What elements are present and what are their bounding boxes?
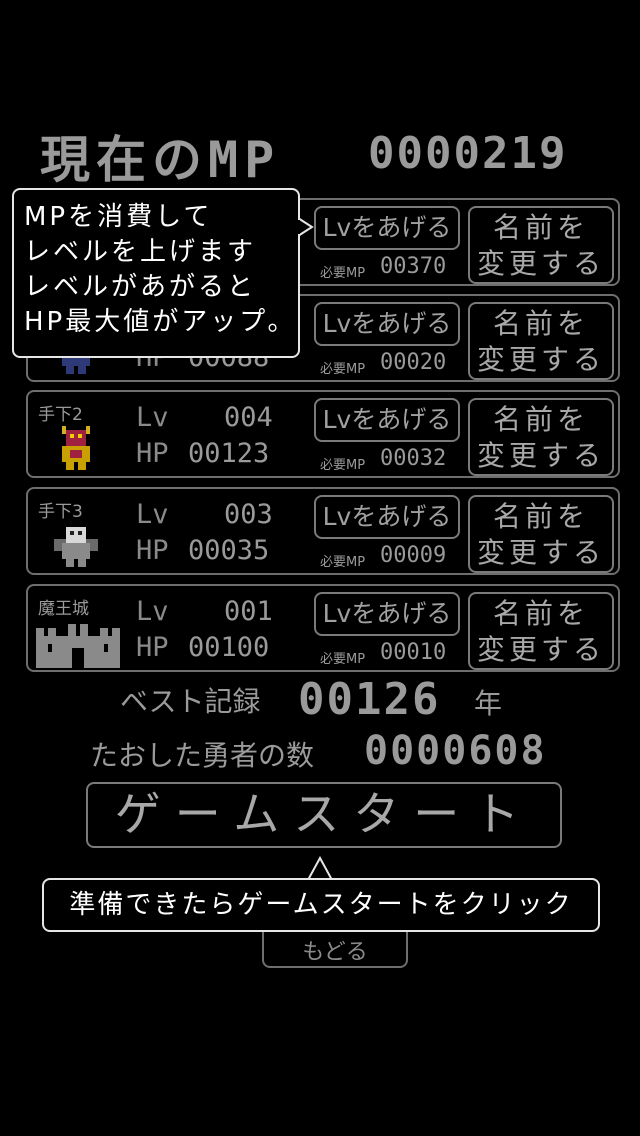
best-record-label: ベスト記録 xyxy=(120,685,261,718)
rename-button-line2: 変更する xyxy=(476,536,605,569)
required-mp-label: 必要MP xyxy=(320,266,366,281)
best-record-unit: 年 xyxy=(474,687,503,720)
rename-button[interactable]: 名前を 変更する xyxy=(468,398,614,476)
tooltip-pointer-icon xyxy=(298,216,314,238)
rename-button[interactable]: 名前を 変更する xyxy=(468,206,614,284)
lv-value: 003 xyxy=(224,499,273,530)
game-start-button[interactable]: ゲームスタート xyxy=(86,782,562,848)
unit-name: 手下2 xyxy=(38,405,83,425)
lv-label: Lv xyxy=(136,596,169,627)
lv-label: Lv xyxy=(136,499,169,530)
hp-value: 00123 xyxy=(188,438,270,469)
hp-label: HP xyxy=(136,632,169,663)
hp-value: 00100 xyxy=(188,632,270,663)
hp-label: HP xyxy=(136,535,169,566)
rename-button-line1: 名前を xyxy=(492,211,589,244)
rename-button-line1: 名前を xyxy=(492,307,589,340)
rename-button-line1: 名前を xyxy=(492,403,589,436)
level-up-button[interactable]: Lvをあげる xyxy=(314,302,460,346)
rename-button-line2: 変更する xyxy=(476,247,605,280)
rename-button-line2: 変更する xyxy=(476,633,605,666)
unit-name: 魔王城 xyxy=(38,599,89,619)
start-hint-tooltip: 準備できたらゲームスタートをクリック xyxy=(42,878,600,932)
castle-sprite xyxy=(36,624,120,668)
lv-value: 004 xyxy=(224,402,273,433)
current-mp-value: 0000219 xyxy=(368,128,568,179)
level-up-button[interactable]: Lvをあげる xyxy=(314,495,460,539)
rename-button-line1: 名前を xyxy=(492,597,589,630)
mp-hint-tooltip: MPを消費して レベルを上げます レベルがあがると HP最大値がアップ。 xyxy=(12,188,300,358)
unit-row-2: 手下2 Lv 004 HP 00123 Lvをあげる 必要MP 00032 名前… xyxy=(26,390,620,478)
required-mp-value: 00020 xyxy=(380,350,447,375)
lv-value: 001 xyxy=(224,596,273,627)
required-mp-label: 必要MP xyxy=(320,458,366,473)
tooltip-line: MPを消費して xyxy=(24,202,213,232)
heroes-defeated-value: 0000608 xyxy=(364,728,547,774)
rename-button[interactable]: 名前を 変更する xyxy=(468,495,614,573)
rename-button-line1: 名前を xyxy=(492,500,589,533)
rename-button-line2: 変更する xyxy=(476,343,605,376)
heroes-defeated-label: たおした勇者の数 xyxy=(90,739,315,772)
required-mp-value: 00370 xyxy=(380,254,447,279)
minion-2-sprite xyxy=(62,426,90,470)
required-mp-label: 必要MP xyxy=(320,652,366,667)
rename-button[interactable]: 名前を 変更する xyxy=(468,302,614,380)
required-mp-label: 必要MP xyxy=(320,555,366,570)
unit-name: 手下3 xyxy=(38,502,83,522)
level-up-button[interactable]: Lvをあげる xyxy=(314,592,460,636)
tooltip-line: レベルがあがると xyxy=(24,272,257,302)
lv-label: Lv xyxy=(136,402,169,433)
hp-label: HP xyxy=(136,438,169,469)
tooltip-line: HP最大値がアップ。 xyxy=(24,307,297,337)
current-mp-label: 現在のMP xyxy=(40,131,281,189)
level-up-button[interactable]: Lvをあげる xyxy=(314,398,460,442)
required-mp-value: 00032 xyxy=(380,446,447,471)
minion-3-sprite xyxy=(54,527,98,567)
required-mp-value: 00009 xyxy=(380,543,447,568)
required-mp-label: 必要MP xyxy=(320,362,366,377)
rename-button-line2: 変更する xyxy=(476,439,605,472)
unit-row-3: 手下3 Lv 003 HP 00035 Lvをあげる 必要MP 00009 名前… xyxy=(26,487,620,575)
tooltip-pointer-icon xyxy=(306,856,334,880)
unit-row-4: 魔王城 Lv 001 HP 00100 Lvをあげる 必要MP 00010 名前… xyxy=(26,584,620,672)
best-record-value: 00126 xyxy=(298,674,441,725)
required-mp-value: 00010 xyxy=(380,640,447,665)
level-up-button[interactable]: Lvをあげる xyxy=(314,206,460,250)
hp-value: 00035 xyxy=(188,535,270,566)
rename-button[interactable]: 名前を 変更する xyxy=(468,592,614,670)
tooltip-line: レベルを上げます xyxy=(24,237,257,267)
